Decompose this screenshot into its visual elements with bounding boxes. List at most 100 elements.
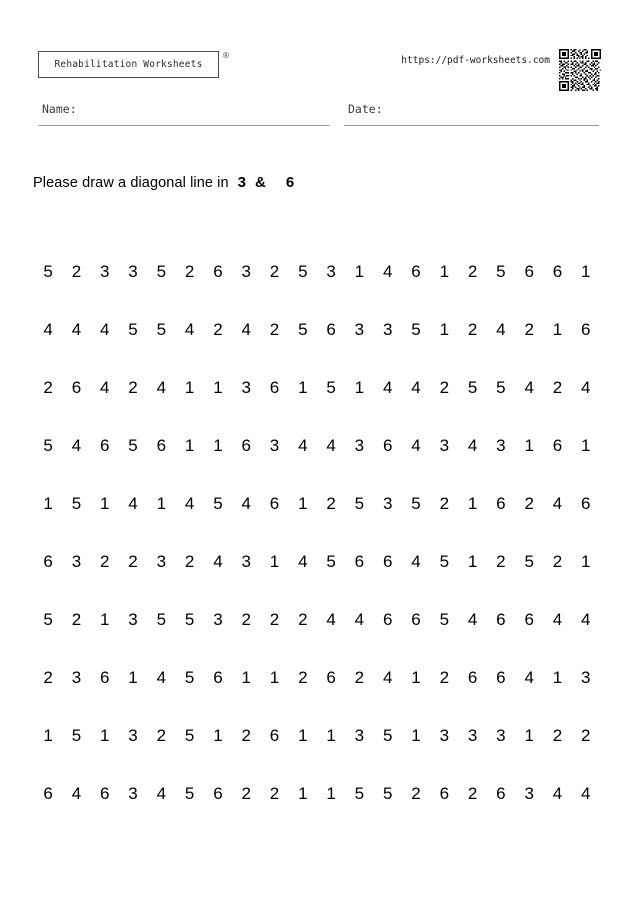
- digit-cell[interactable]: 2: [232, 610, 260, 630]
- digit-cell[interactable]: 4: [62, 320, 90, 340]
- digit-cell[interactable]: 6: [204, 668, 232, 688]
- digit-cell[interactable]: 3: [345, 436, 373, 456]
- digit-cell[interactable]: 6: [204, 784, 232, 804]
- digit-cell[interactable]: 6: [147, 436, 175, 456]
- digit-cell[interactable]: 1: [175, 378, 203, 398]
- digit-cell[interactable]: 5: [119, 320, 147, 340]
- digit-cell[interactable]: 5: [147, 262, 175, 282]
- digit-cell[interactable]: 1: [204, 378, 232, 398]
- digit-cell[interactable]: 6: [402, 610, 430, 630]
- digit-cell[interactable]: 5: [402, 494, 430, 514]
- digit-cell[interactable]: 6: [374, 610, 402, 630]
- digit-cell[interactable]: 3: [62, 668, 90, 688]
- digit-cell[interactable]: 2: [543, 726, 571, 746]
- digit-cell[interactable]: 5: [430, 610, 458, 630]
- digit-cell[interactable]: 3: [515, 784, 543, 804]
- name-field[interactable]: Name:: [38, 100, 330, 126]
- digit-cell[interactable]: 1: [289, 784, 317, 804]
- digit-cell[interactable]: 6: [487, 668, 515, 688]
- digit-cell[interactable]: 3: [91, 262, 119, 282]
- digit-cell[interactable]: 4: [543, 784, 571, 804]
- digit-cell[interactable]: 3: [572, 668, 600, 688]
- digit-cell[interactable]: 4: [374, 262, 402, 282]
- digit-cell[interactable]: 2: [91, 552, 119, 572]
- digit-cell[interactable]: 5: [34, 610, 62, 630]
- digit-cell[interactable]: 1: [572, 552, 600, 572]
- digit-cell[interactable]: 3: [119, 262, 147, 282]
- digit-cell[interactable]: 1: [91, 610, 119, 630]
- digit-cell[interactable]: 3: [487, 436, 515, 456]
- digit-cell[interactable]: 3: [232, 378, 260, 398]
- digit-cell[interactable]: 1: [204, 726, 232, 746]
- digit-cell[interactable]: 6: [204, 262, 232, 282]
- digit-cell[interactable]: 1: [175, 436, 203, 456]
- digit-cell[interactable]: 2: [487, 552, 515, 572]
- digit-cell[interactable]: 3: [430, 436, 458, 456]
- digit-cell[interactable]: 6: [374, 436, 402, 456]
- digit-cell[interactable]: 3: [204, 610, 232, 630]
- digit-cell[interactable]: 2: [119, 552, 147, 572]
- digit-cell[interactable]: 2: [345, 668, 373, 688]
- digit-cell[interactable]: 6: [402, 262, 430, 282]
- digit-cell[interactable]: 2: [119, 378, 147, 398]
- digit-cell[interactable]: 1: [317, 784, 345, 804]
- digit-cell[interactable]: 1: [543, 320, 571, 340]
- digit-cell[interactable]: 2: [458, 784, 486, 804]
- digit-cell[interactable]: 5: [62, 494, 90, 514]
- digit-cell[interactable]: 2: [175, 552, 203, 572]
- digit-cell[interactable]: 4: [572, 784, 600, 804]
- digit-cell[interactable]: 6: [543, 262, 571, 282]
- digit-cell[interactable]: 6: [487, 610, 515, 630]
- digit-cell[interactable]: 4: [374, 378, 402, 398]
- digit-cell[interactable]: 5: [374, 784, 402, 804]
- digit-cell[interactable]: 6: [91, 668, 119, 688]
- digit-cell[interactable]: 2: [204, 320, 232, 340]
- digit-cell[interactable]: 1: [289, 494, 317, 514]
- digit-cell[interactable]: 5: [175, 784, 203, 804]
- digit-cell[interactable]: 4: [175, 494, 203, 514]
- digit-cell[interactable]: 2: [458, 320, 486, 340]
- digit-cell[interactable]: 5: [175, 610, 203, 630]
- digit-cell[interactable]: 5: [317, 552, 345, 572]
- digit-cell[interactable]: 1: [345, 262, 373, 282]
- digit-cell[interactable]: 2: [572, 726, 600, 746]
- digit-cell[interactable]: 2: [34, 378, 62, 398]
- digit-cell[interactable]: 4: [515, 668, 543, 688]
- digit-cell[interactable]: 1: [572, 262, 600, 282]
- digit-cell[interactable]: 4: [147, 378, 175, 398]
- digit-cell[interactable]: 1: [458, 552, 486, 572]
- digit-cell[interactable]: 1: [572, 436, 600, 456]
- digit-cell[interactable]: 6: [34, 552, 62, 572]
- digit-cell[interactable]: 4: [458, 610, 486, 630]
- digit-cell[interactable]: 5: [374, 726, 402, 746]
- digit-cell[interactable]: 5: [175, 726, 203, 746]
- digit-cell[interactable]: 2: [175, 262, 203, 282]
- digit-cell[interactable]: 2: [543, 552, 571, 572]
- digit-cell[interactable]: 5: [119, 436, 147, 456]
- digit-cell[interactable]: 3: [260, 436, 288, 456]
- digit-cell[interactable]: 5: [345, 494, 373, 514]
- digit-cell[interactable]: 6: [572, 320, 600, 340]
- digit-cell[interactable]: 4: [543, 494, 571, 514]
- digit-cell[interactable]: 1: [402, 726, 430, 746]
- digit-cell[interactable]: 5: [487, 378, 515, 398]
- digit-cell[interactable]: 4: [543, 610, 571, 630]
- digit-cell[interactable]: 2: [260, 262, 288, 282]
- digit-cell[interactable]: 4: [402, 378, 430, 398]
- digit-cell[interactable]: 1: [147, 494, 175, 514]
- digit-cell[interactable]: 2: [430, 378, 458, 398]
- digit-cell[interactable]: 4: [572, 378, 600, 398]
- digit-cell[interactable]: 3: [317, 262, 345, 282]
- digit-cell[interactable]: 1: [289, 378, 317, 398]
- digit-cell[interactable]: 2: [260, 320, 288, 340]
- digit-cell[interactable]: 4: [458, 436, 486, 456]
- digit-cell[interactable]: 4: [91, 378, 119, 398]
- digit-cell[interactable]: 1: [289, 726, 317, 746]
- digit-cell[interactable]: 5: [175, 668, 203, 688]
- digit-cell[interactable]: 6: [515, 262, 543, 282]
- digit-cell[interactable]: 4: [345, 610, 373, 630]
- digit-cell[interactable]: 5: [204, 494, 232, 514]
- digit-cell[interactable]: 5: [147, 610, 175, 630]
- digit-cell[interactable]: 6: [430, 784, 458, 804]
- digit-cell[interactable]: 4: [402, 552, 430, 572]
